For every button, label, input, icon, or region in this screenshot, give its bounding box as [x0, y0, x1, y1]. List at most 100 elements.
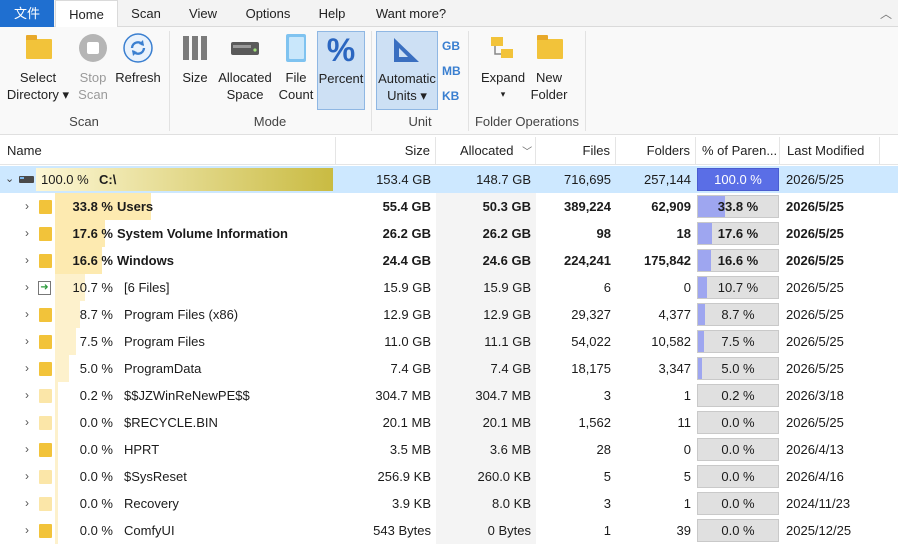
row-last-modified: 2024/11/23	[786, 496, 851, 511]
collapse-chevron-icon[interactable]: ⌄	[5, 166, 14, 193]
row-allocated: 26.2 GB	[482, 226, 531, 241]
mode-size-button[interactable]: Size	[177, 31, 213, 86]
row-allocated: 260.0 KB	[477, 469, 532, 484]
mode-allocated-space-button[interactable]: Allocated Space	[215, 31, 275, 103]
table-row[interactable]: › 7.5 % Program Files 11.0 GB 11.1 GB 54…	[0, 328, 898, 355]
automatic-units-button[interactable]: Automatic Units ▾	[376, 31, 438, 110]
row-last-modified: 2026/3/18	[786, 388, 844, 403]
expand-button[interactable]: Expand ▾	[479, 31, 527, 103]
percent-of-parent-bar: 0.0 %	[697, 492, 779, 515]
table-row[interactable]: › 0.0 % $SysReset 256.9 KB 260.0 KB 5 5 …	[0, 463, 898, 490]
ribbon: Select Directory ▾ Stop Scan Refresh Sca…	[0, 27, 898, 135]
table-row[interactable]: › 0.0 % HPRT 3.5 MB 3.6 MB 28 0 0.0 % 20…	[0, 436, 898, 463]
column-size[interactable]: Size	[336, 137, 436, 165]
table-row[interactable]: › 33.8 % Users 55.4 GB 50.3 GB 389,224 6…	[0, 193, 898, 220]
row-folders: 0	[683, 280, 691, 295]
expand-chevron-icon[interactable]: ›	[25, 274, 29, 301]
column-percent-of-parent[interactable]: % of Paren...	[696, 137, 780, 165]
percent-of-parent-bar: 16.6 %	[697, 249, 779, 272]
column-name[interactable]: Name	[0, 137, 336, 165]
table-row[interactable]: › ➜ 10.7 % [6 Files] 15.9 GB 15.9 GB 6 0…	[0, 274, 898, 301]
percent-icon: %	[325, 32, 357, 68]
column-files[interactable]: Files	[536, 137, 616, 165]
tab-view[interactable]: View	[177, 0, 229, 27]
tab-home[interactable]: Home	[55, 0, 118, 28]
expand-chevron-icon[interactable]: ›	[25, 301, 29, 328]
expand-chevron-icon[interactable]: ›	[25, 409, 29, 436]
refresh-button[interactable]: Refresh	[114, 31, 162, 86]
table-row[interactable]: › 0.0 % $RECYCLE.BIN 20.1 MB 20.1 MB 1,5…	[0, 409, 898, 436]
allocated-space-label-2: Space	[226, 87, 264, 102]
row-percent-of-parent: 0.0 %	[721, 469, 755, 484]
column-allocated-label: Allocated	[460, 143, 514, 158]
row-files: 18,175	[571, 361, 611, 376]
expand-chevron-icon[interactable]: ›	[25, 490, 29, 517]
unit-kb-button[interactable]: KB	[442, 89, 459, 103]
collapse-ribbon-icon[interactable]: ︿	[880, 5, 892, 22]
row-percent-of-parent: 7.5 %	[721, 334, 755, 349]
row-last-modified: 2026/5/25	[786, 307, 844, 322]
row-size: 12.9 GB	[383, 307, 431, 322]
tab-want-more[interactable]: Want more?	[364, 0, 458, 27]
stop-scan-label-1: Stop	[79, 70, 107, 85]
expand-chevron-icon[interactable]: ›	[25, 517, 29, 544]
file-stack-icon	[280, 31, 312, 65]
drive-icon	[17, 166, 35, 193]
table-row[interactable]: › 0.2 % $$JZWinReNewPE$$ 304.7 MB 304.7 …	[0, 382, 898, 409]
row-name: HPRT	[124, 442, 160, 457]
column-allocated[interactable]: Allocated ﹀	[436, 137, 536, 165]
expand-chevron-icon[interactable]: ›	[25, 328, 29, 355]
folder-icon	[39, 308, 52, 322]
table-row[interactable]: › 0.0 % Recovery 3.9 KB 8.0 KB 3 1 0.0 %…	[0, 490, 898, 517]
expand-chevron-icon[interactable]: ›	[25, 247, 29, 274]
tab-help[interactable]: Help	[307, 0, 357, 27]
percent-of-parent-bar: 0.0 %	[697, 519, 779, 542]
row-last-modified: 2026/5/25	[786, 280, 844, 295]
select-directory-button[interactable]: Select Directory ▾	[4, 31, 72, 103]
expand-chevron-icon[interactable]: ›	[25, 382, 29, 409]
folder-icon	[39, 335, 52, 349]
root-percent-of-parent: 100.0 %	[714, 172, 762, 187]
unit-mb-button[interactable]: MB	[442, 64, 461, 78]
table-row[interactable]: › 16.6 % Windows 24.4 GB 24.6 GB 224,241…	[0, 247, 898, 274]
file-count-label-1: File	[285, 70, 307, 85]
table-row[interactable]: › 17.6 % System Volume Information 26.2 …	[0, 220, 898, 247]
expand-chevron-icon[interactable]: ›	[25, 436, 29, 463]
row-percent-of-parent: 33.8 %	[717, 199, 759, 214]
row-last-modified: 2026/4/16	[786, 469, 844, 484]
row-percent: 0.0 %	[79, 496, 113, 511]
refresh-label: Refresh	[115, 70, 161, 85]
tab-scan[interactable]: Scan	[121, 0, 171, 27]
percent-of-parent-bar: 7.5 %	[697, 330, 779, 353]
mode-file-count-button[interactable]: File Count	[276, 31, 316, 103]
row-files: 3	[603, 388, 611, 403]
row-name: ComfyUI	[124, 523, 175, 538]
row-allocated: 11.1 GB	[484, 334, 531, 349]
expand-chevron-icon[interactable]: ›	[25, 355, 29, 382]
table-row[interactable]: › 0.0 % ComfyUI 543 Bytes 0 Bytes 1 39 0…	[0, 517, 898, 544]
automatic-units-label-2: Units ▾	[387, 88, 427, 103]
mode-percent-button[interactable]: % Percent	[317, 31, 365, 110]
column-folders[interactable]: Folders	[616, 137, 696, 165]
tab-file[interactable]: 文件	[0, 0, 54, 27]
table-row[interactable]: › 5.0 % ProgramData 7.4 GB 7.4 GB 18,175…	[0, 355, 898, 382]
folder-icon	[39, 362, 52, 376]
new-folder-button[interactable]: New Folder	[528, 31, 570, 103]
percent-of-parent-bar: 10.7 %	[697, 276, 779, 299]
stop-scan-button[interactable]: Stop Scan	[73, 31, 113, 103]
expand-chevron-icon[interactable]: ›	[25, 463, 29, 490]
tab-options[interactable]: Options	[235, 0, 301, 27]
row-files: 224,241	[564, 253, 611, 268]
column-last-modified[interactable]: Last Modified	[780, 137, 880, 165]
table-row[interactable]: › 8.7 % Program Files (x86) 12.9 GB 12.9…	[0, 301, 898, 328]
row-name: $SysReset	[124, 469, 187, 484]
mode-size-label: Size	[182, 70, 208, 85]
row-folders: 4,377	[658, 307, 691, 322]
table-row-root[interactable]: ⌄ 100.0 % C:\ 153.4 GB 148.7 GB 716,695 …	[0, 166, 898, 193]
unit-gb-button[interactable]: GB	[442, 39, 460, 53]
expand-chevron-icon[interactable]: ›	[25, 220, 29, 247]
expand-chevron-icon[interactable]: ›	[25, 193, 29, 220]
folder-icon	[39, 416, 52, 430]
row-folders: 39	[676, 523, 691, 538]
row-size: 55.4 GB	[382, 199, 431, 214]
